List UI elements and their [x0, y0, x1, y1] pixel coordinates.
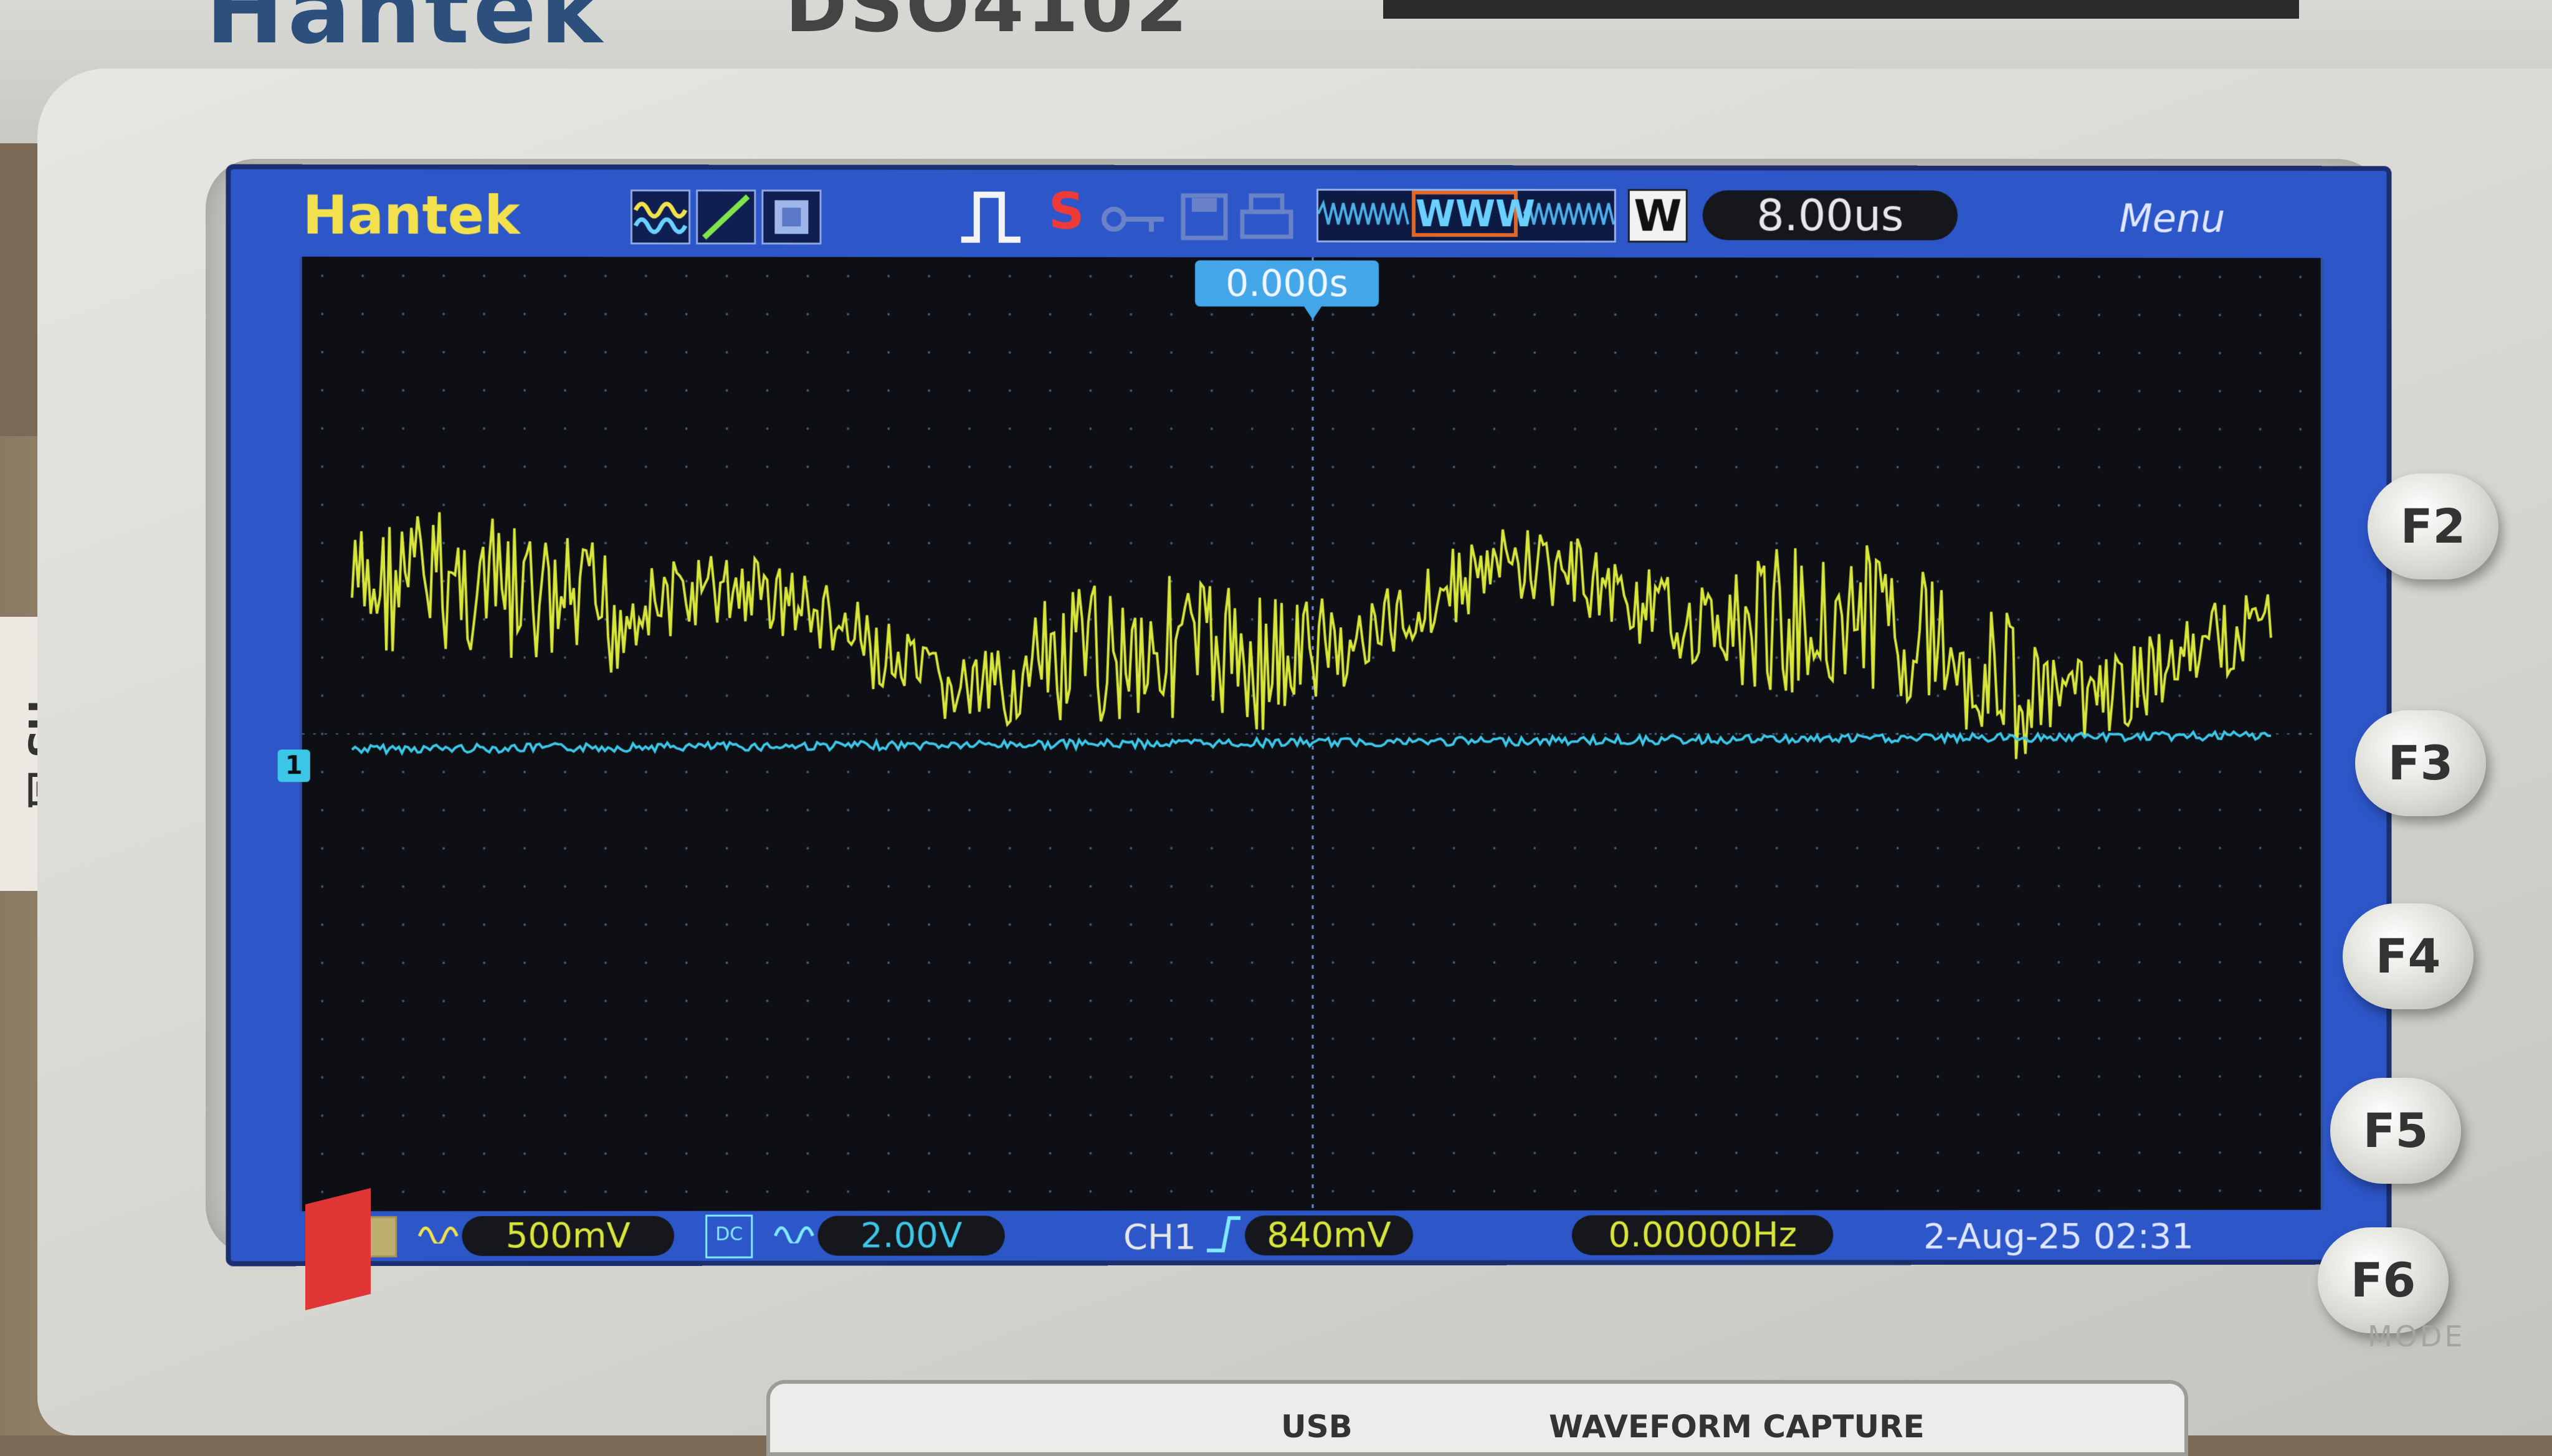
- capture-label: WAVEFORM CAPTURE: [1549, 1409, 1925, 1445]
- key-lock-icon: [1102, 195, 1170, 253]
- save-disk-icon: [1179, 192, 1229, 254]
- channel1-scale[interactable]: 500mV: [462, 1216, 674, 1256]
- model-print: DSO4102: [785, 0, 1190, 49]
- ac-wave-icon: [418, 1219, 462, 1250]
- menu-label[interactable]: Menu: [2120, 196, 2226, 241]
- timebase-readout: 8.00us: [1703, 190, 1958, 240]
- brand-print: Hantek: [206, 0, 606, 65]
- trigger-position-readout[interactable]: 0.000s: [1195, 260, 1379, 307]
- channel-status-bar: 500mV DC 2.00V CH1 840mV 0.00000Hz 2-Aug…: [231, 1210, 2386, 1262]
- run-mode-indicator: W: [1628, 189, 1688, 242]
- channel2-trace: [352, 731, 2271, 753]
- trigger-source[interactable]: CH1: [1123, 1217, 1196, 1257]
- ramp-icon[interactable]: [696, 189, 756, 244]
- mode-label: MODE: [2368, 1320, 2465, 1353]
- print-icon: [1239, 192, 1295, 254]
- view-window-marker: WWW: [1412, 191, 1518, 237]
- stop-status-indicator: S: [1049, 183, 1085, 240]
- red-warning-tab: [305, 1188, 371, 1310]
- dc-coupling-icon[interactable]: DC: [705, 1215, 753, 1259]
- trace-layer: [302, 257, 2321, 1211]
- f2-button[interactable]: F2: [2368, 473, 2498, 579]
- date-time: 2-Aug-25 02:31: [1923, 1216, 2194, 1257]
- f5-button[interactable]: F5: [2330, 1078, 2461, 1184]
- status-bar: Hantek S: [231, 169, 2386, 258]
- channel-ground-marker[interactable]: 1: [278, 749, 310, 782]
- channel1-trace: [352, 512, 2271, 759]
- lower-control-panel: USB WAVEFORM CAPTURE: [766, 1380, 2188, 1456]
- f4-button[interactable]: F4: [2343, 903, 2473, 1009]
- lcd-screen: Hantek S: [226, 164, 2391, 1267]
- memory-window-indicator: WWW: [1316, 189, 1616, 242]
- trigger-level[interactable]: 840mV: [1245, 1216, 1413, 1255]
- channel2-scale[interactable]: 2.00V: [817, 1216, 1004, 1255]
- f6-button[interactable]: F6: [2318, 1227, 2449, 1333]
- usb-label: USB: [1281, 1409, 1353, 1445]
- persist-icon[interactable]: [761, 189, 821, 244]
- f3-button[interactable]: F3: [2355, 710, 2486, 816]
- rising-edge-icon: [1204, 1214, 1242, 1261]
- waveform-graticule: [300, 257, 2323, 1211]
- ac-wave-icon-ch2: [774, 1219, 817, 1250]
- hantek-logo: Hantek: [303, 184, 520, 247]
- trigger-pulse-icon: [958, 189, 1027, 257]
- waveform-display-icon[interactable]: [631, 189, 690, 244]
- frequency-counter: 0.00000Hz: [1572, 1215, 1834, 1255]
- top-accent-strip: [1383, 0, 2299, 19]
